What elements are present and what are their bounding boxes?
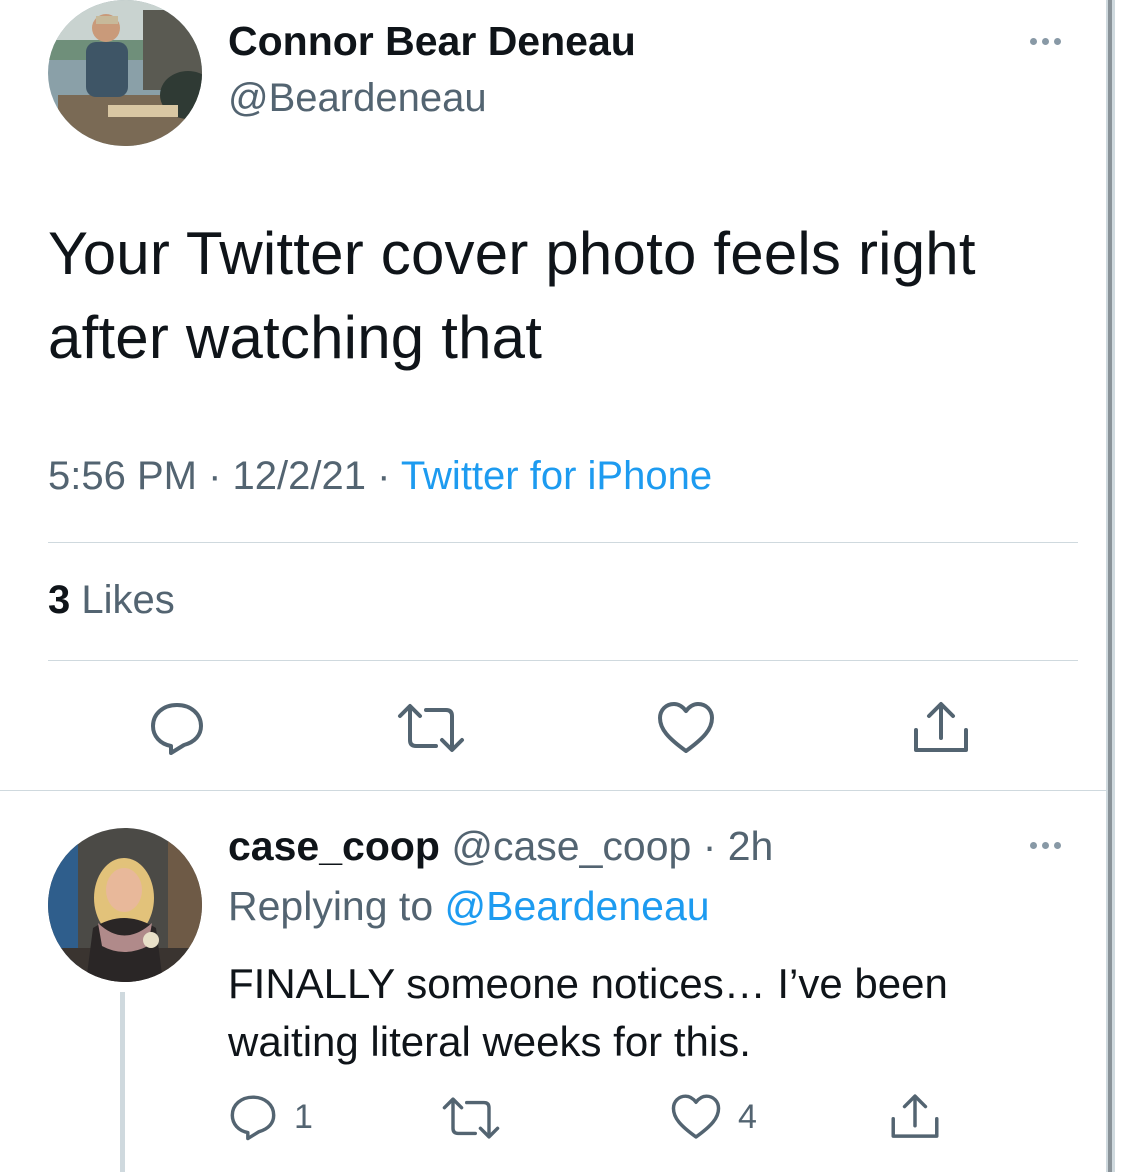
- divider: [48, 660, 1078, 661]
- like-button[interactable]: 4: [670, 1092, 757, 1142]
- replying-to: Replying to @Beardeneau: [228, 883, 710, 930]
- meta-separator: ·: [691, 823, 728, 869]
- share-button[interactable]: [910, 700, 972, 756]
- retweet-button[interactable]: [396, 700, 466, 756]
- author-name[interactable]: Connor Bear Deneau: [228, 18, 636, 65]
- meta-separator: ·: [196, 454, 233, 498]
- share-button[interactable]: [888, 1092, 942, 1142]
- divider: [48, 542, 1078, 543]
- replying-to-label: Replying to: [228, 883, 445, 929]
- retweet-icon: [442, 1097, 500, 1139]
- like-count: 4: [738, 1097, 757, 1136]
- author-avatar[interactable]: [48, 0, 202, 146]
- tweet-date: 12/2/21: [232, 454, 366, 498]
- retweet-icon: [398, 704, 464, 752]
- more-icon[interactable]: [1030, 38, 1061, 45]
- reply-author-name[interactable]: case_coop: [228, 823, 440, 869]
- divider: [0, 790, 1106, 791]
- meta-separator: ·: [365, 454, 401, 498]
- heart-icon: [658, 702, 714, 753]
- like-button[interactable]: [656, 700, 716, 756]
- more-icon[interactable]: [1030, 842, 1061, 849]
- reply-icon: [230, 1095, 276, 1141]
- tweet-source-link[interactable]: Twitter for iPhone: [401, 454, 712, 498]
- thread-line: [120, 992, 125, 1172]
- likes-label: Likes: [81, 578, 175, 622]
- tweet-time: 5:56 PM: [48, 454, 197, 498]
- tweet-meta: 5:56 PM · 12/2/21 · Twitter for iPhone: [48, 454, 712, 499]
- reply-age[interactable]: 2h: [728, 823, 774, 869]
- reply-button[interactable]: 1: [228, 1092, 313, 1142]
- replying-to-handle[interactable]: @Beardeneau: [445, 883, 710, 929]
- likes-summary[interactable]: 3 Likes: [48, 578, 175, 623]
- share-icon: [891, 1094, 939, 1138]
- reply-icon: [151, 703, 203, 755]
- scrollbar-thumb[interactable]: [1108, 0, 1112, 1172]
- likes-count: 3: [48, 578, 71, 622]
- share-icon: [914, 702, 968, 752]
- reply-author-avatar[interactable]: [48, 828, 202, 982]
- reply-text: FINALLY someone notices… I’ve been waiti…: [228, 960, 948, 1065]
- tweet-text: Your Twitter cover photo feels right aft…: [48, 220, 976, 371]
- reply-header: case_coop @case_coop · 2h: [228, 823, 773, 870]
- retweet-button[interactable]: [440, 1094, 502, 1142]
- author-handle[interactable]: @Beardeneau: [228, 76, 487, 121]
- reply-button[interactable]: [148, 700, 206, 756]
- reply-author-handle[interactable]: @case_coop: [451, 823, 691, 869]
- reply-count: 1: [294, 1097, 313, 1136]
- heart-icon: [671, 1094, 721, 1139]
